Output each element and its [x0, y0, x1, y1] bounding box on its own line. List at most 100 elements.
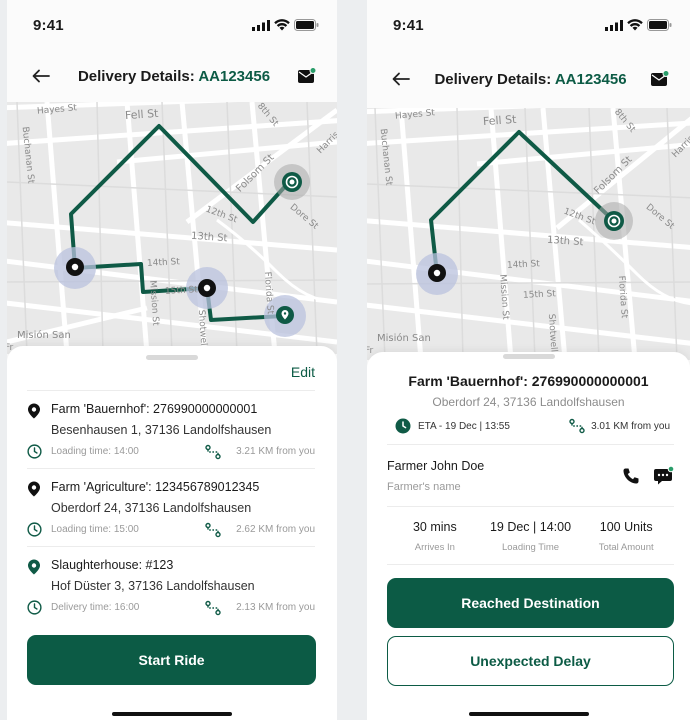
- map-label: Misión San: [377, 333, 431, 344]
- distance-text: 3.01 KM from you: [591, 420, 670, 432]
- eta-row: ETA - 19 Dec | 13:55 3.01 KM from you: [395, 413, 670, 439]
- map-label: Misión San: [17, 330, 71, 341]
- status-icons: [252, 19, 319, 31]
- clock-icon: [27, 600, 42, 615]
- bottom-sheet: Edit Farm 'Bauernhof': 276990000000001 B…: [7, 346, 337, 720]
- app-header: Delivery Details: AA123456: [7, 50, 337, 102]
- stat-item: 19 Dec | 14:00 Loading Time: [483, 520, 579, 553]
- route-map[interactable]: Hayes St Fell St 8th St Harris Buchanan …: [7, 102, 337, 354]
- status-bar: 9:41: [367, 0, 690, 50]
- stop-time: Delivery time: 16:00: [51, 602, 140, 613]
- order-id: AA123456: [198, 67, 271, 85]
- app-header: Delivery Details: AA123456: [367, 53, 690, 105]
- divider: [387, 506, 674, 507]
- signal-icon: [252, 19, 270, 31]
- page-title: Delivery Details: AA123456: [415, 71, 646, 88]
- sheet-grabber[interactable]: [502, 354, 555, 359]
- farmer-name-caption: Farmer's name: [387, 481, 461, 493]
- message-notification-icon[interactable]: [293, 62, 321, 90]
- map-label: 14th St: [146, 257, 181, 269]
- map-marker-pin-icon[interactable]: [66, 256, 84, 278]
- stop-list: Farm 'Bauernhof': 276990000000001 Besenh…: [27, 390, 315, 624]
- start-ride-button[interactable]: Start Ride: [27, 635, 316, 685]
- phone-call-icon[interactable]: [622, 467, 640, 485]
- back-arrow-icon[interactable]: [387, 65, 415, 93]
- stat-item: 30 mins Arrives In: [387, 520, 483, 553]
- route-distance-icon: [205, 600, 221, 616]
- stop-time: Loading time: 15:00: [51, 524, 139, 535]
- message-notification-icon[interactable]: [646, 65, 674, 93]
- stat-item: 100 Units Total Amount: [578, 520, 674, 553]
- home-indicator: [112, 712, 232, 716]
- signal-icon: [605, 19, 623, 31]
- stat-label: Total Amount: [598, 542, 654, 553]
- back-arrow-icon[interactable]: [27, 62, 55, 90]
- stop-name: Farm 'Agriculture': 123456789012345: [51, 480, 260, 494]
- stop-distance: 2.13 KM from you: [236, 602, 315, 613]
- map-marker-destination-icon[interactable]: [276, 304, 294, 326]
- page-title: Delivery Details: AA123456: [55, 68, 293, 85]
- stat-value: 30 mins: [412, 520, 457, 534]
- farm-address: Oberdorf 24, 37136 Landolfshausen: [432, 395, 625, 409]
- status-time: 9:41: [33, 16, 64, 34]
- sheet-grabber[interactable]: [146, 355, 198, 360]
- map-label: 14th St: [506, 259, 541, 271]
- wifi-icon: [627, 19, 643, 31]
- route-distance-icon: [569, 418, 585, 434]
- battery-icon: [294, 19, 319, 31]
- stat-value: 100 Units: [599, 520, 653, 534]
- order-id: AA123456: [554, 70, 627, 88]
- list-item[interactable]: Slaughterhouse: #123 Hof Düster 3, 37136…: [27, 546, 315, 624]
- divider: [387, 444, 674, 445]
- farm-title: Farm 'Bauernhof': 276990000000001: [408, 373, 649, 389]
- stop-name: Farm 'Bauernhof': 276990000000001: [51, 402, 258, 416]
- status-time: 9:41: [393, 16, 424, 34]
- map-marker-pin-icon[interactable]: [428, 262, 446, 284]
- pin-icon: [28, 481, 40, 497]
- status-bar: 9:41: [7, 0, 337, 50]
- delivery-stats: 30 mins Arrives In 19 Dec | 14:00 Loadin…: [387, 520, 674, 553]
- clock-icon: [27, 444, 42, 459]
- map-label: 15th St: [522, 289, 557, 301]
- stat-label: Loading Time: [501, 542, 560, 553]
- stop-address: Hof Düster 3, 37136 Landolfshausen: [51, 579, 255, 593]
- map-marker-current-location-icon[interactable]: [282, 172, 302, 192]
- screen-delivery-overview: 9:41 Delivery Details: AA123456 Hayes St…: [7, 0, 337, 720]
- map-marker-pin-icon[interactable]: [198, 277, 216, 299]
- chat-icon[interactable]: [654, 466, 674, 486]
- map-marker-current-location-icon[interactable]: [604, 211, 624, 231]
- status-icons: [605, 19, 672, 31]
- list-item[interactable]: Farm 'Bauernhof': 276990000000001 Besenh…: [27, 390, 315, 468]
- stat-label: Arrives In: [414, 542, 455, 553]
- eta-text: ETA - 19 Dec | 13:55: [418, 420, 510, 432]
- map-label: Fell St: [482, 112, 517, 129]
- edit-button[interactable]: Edit: [291, 364, 315, 380]
- route-distance-icon: [205, 444, 221, 460]
- stop-distance: 3.21 KM from you: [236, 446, 315, 457]
- pin-icon: [28, 403, 40, 419]
- home-indicator: [468, 712, 589, 716]
- clock-filled-icon: [395, 418, 411, 434]
- stop-address: Oberdorf 24, 37136 Landolfshausen: [51, 501, 252, 515]
- page-title-prefix: Delivery Details:: [434, 70, 555, 88]
- stop-time: Loading time: 14:00: [51, 446, 139, 457]
- screen-delivery-active: 9:41 Delivery Details: AA123456 Hayes St…: [367, 0, 690, 720]
- clock-icon: [27, 522, 42, 537]
- pin-green-icon: [28, 559, 40, 575]
- list-item[interactable]: Farm 'Agriculture': 123456789012345 Ober…: [27, 468, 315, 546]
- divider: [387, 564, 674, 565]
- unexpected-delay-button[interactable]: Unexpected Delay: [387, 636, 674, 686]
- map-label: 15th St: [164, 285, 199, 297]
- page-title-prefix: Delivery Details:: [77, 67, 199, 85]
- route-map[interactable]: Hayes St Fell St 8th St Harris Buchanan …: [367, 108, 690, 360]
- stat-value: 19 Dec | 14:00: [489, 520, 572, 534]
- stop-address: Besenhausen 1, 37136 Landolfshausen: [51, 423, 272, 437]
- map-label: Fell St: [124, 106, 159, 123]
- wifi-icon: [274, 19, 290, 31]
- reached-destination-button[interactable]: Reached Destination: [387, 578, 674, 628]
- farmer-name: Farmer John Doe: [387, 459, 485, 473]
- stop-distance: 2.62 KM from you: [236, 524, 315, 535]
- battery-icon: [647, 19, 672, 31]
- bottom-sheet: Farm 'Bauernhof': 276990000000001 Oberdo…: [367, 352, 690, 720]
- route-distance-icon: [205, 522, 221, 538]
